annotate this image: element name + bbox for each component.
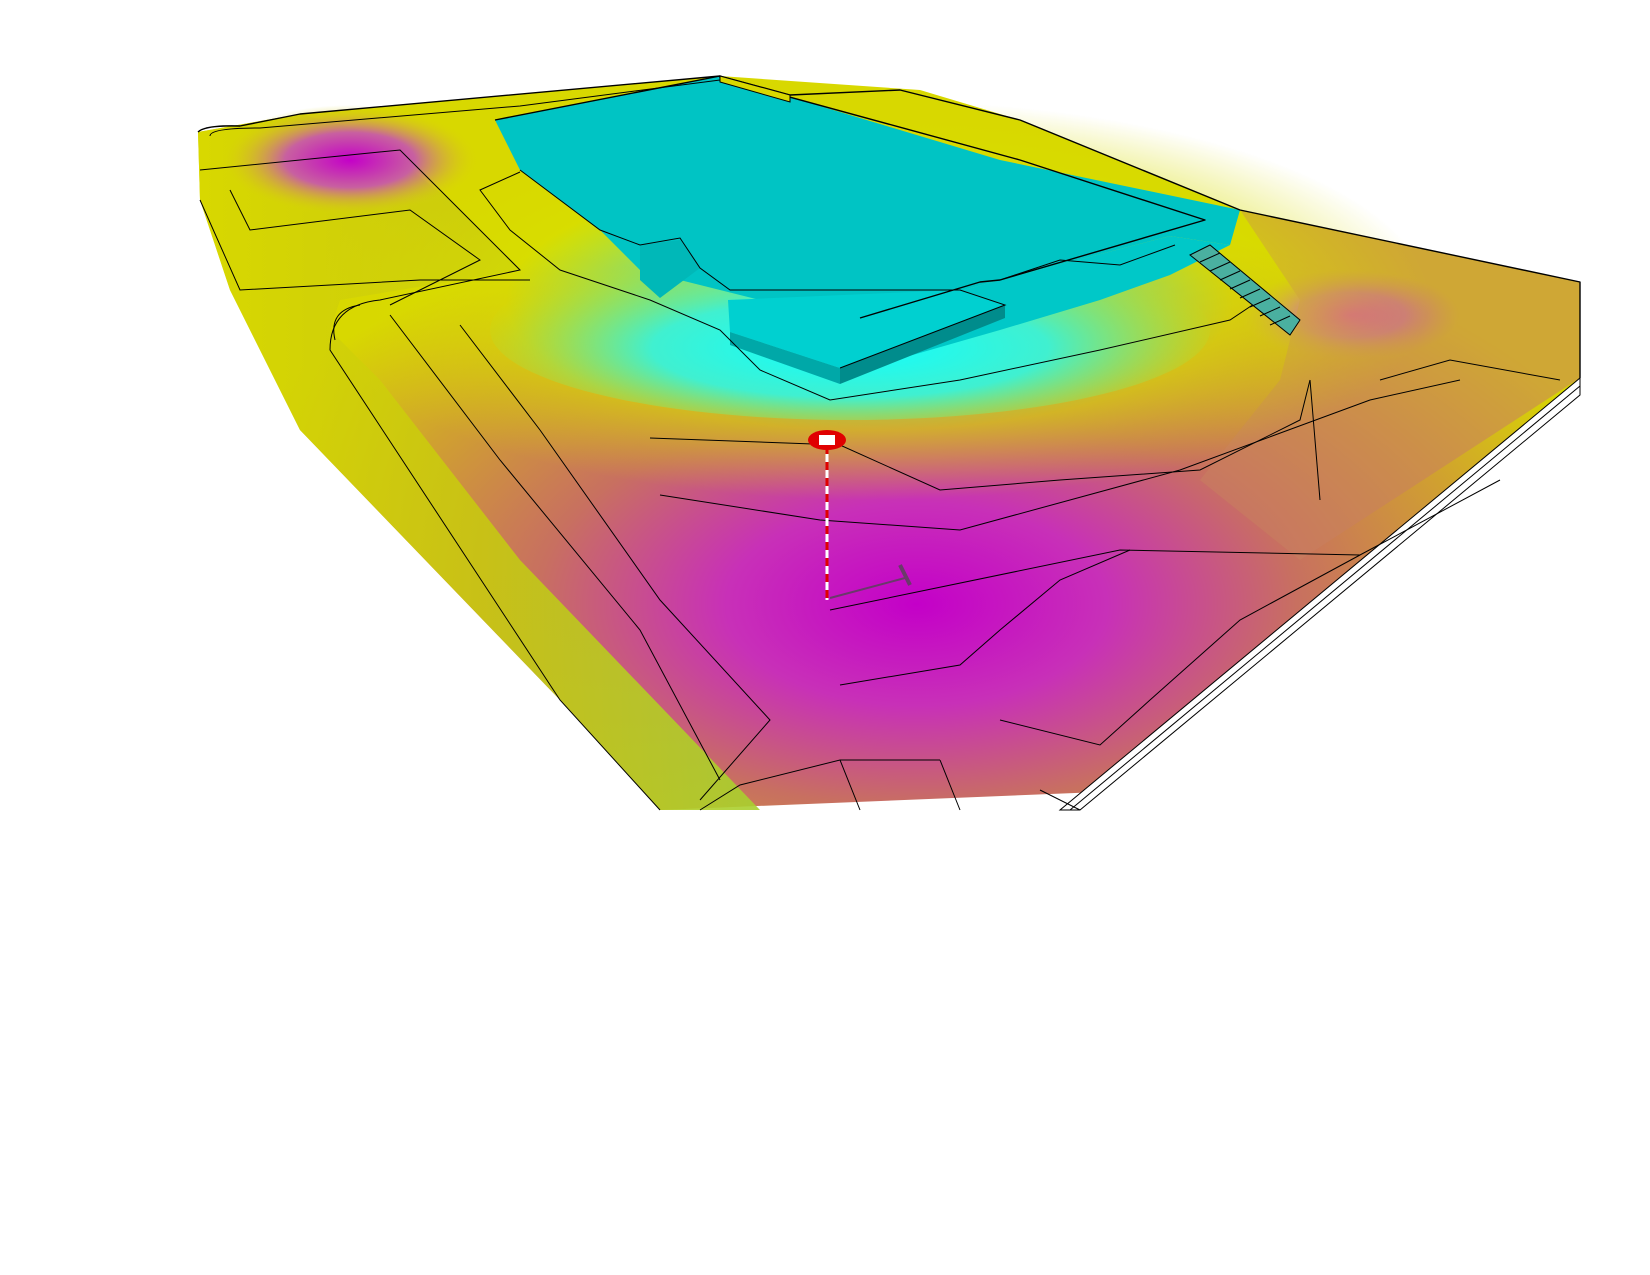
site-model-canvas[interactable] (0, 0, 1650, 1275)
3d-viewport[interactable] (0, 0, 1650, 1275)
